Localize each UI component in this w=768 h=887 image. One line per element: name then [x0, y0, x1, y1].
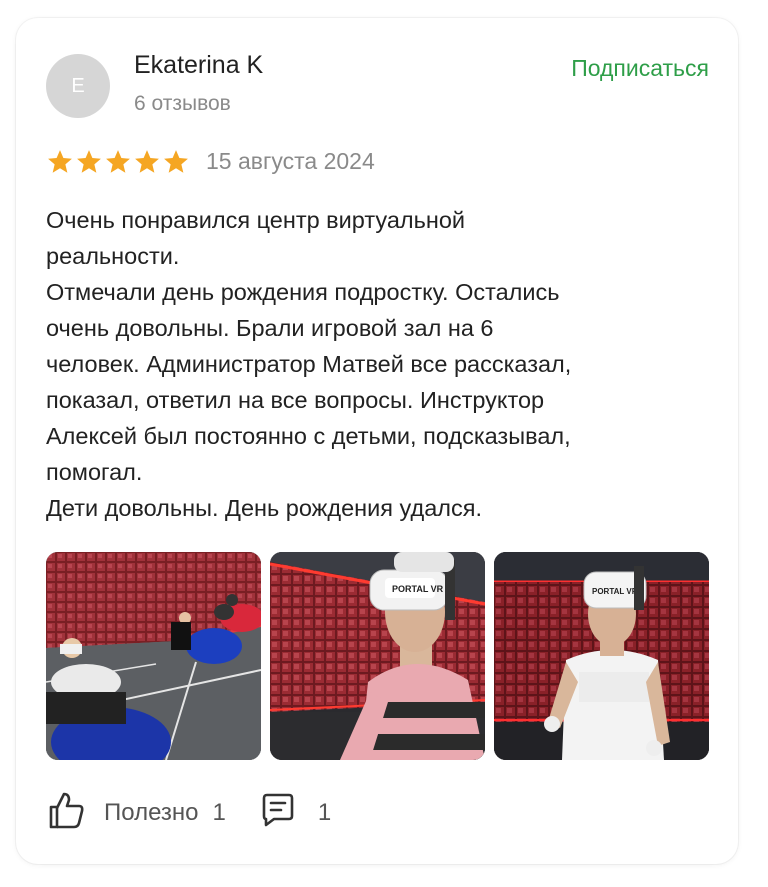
review-text-line: реальности. — [46, 243, 180, 269]
teen-vr-headset-white-shirt-photo[interactable]: PORTAL VR — [494, 552, 709, 760]
review-text-line: человек. Администратор Матвей все расска… — [46, 351, 572, 377]
teen-vr-headset-striped-shirt-photo[interactable]: PORTAL VR — [270, 552, 485, 760]
avatar-initial: E — [71, 74, 85, 97]
avatar[interactable]: E — [46, 54, 110, 118]
review-text-line: очень довольны. Брали игровой зал на 6 — [46, 315, 494, 341]
subscribe-button[interactable]: Подписаться — [571, 55, 709, 82]
author-review-count: 6 отзывов — [134, 92, 231, 115]
review-actions: Полезно 1 1 — [48, 790, 331, 835]
useful-button[interactable]: Полезно 1 — [48, 790, 226, 835]
vr-room-beanbags-photo[interactable] — [46, 552, 261, 760]
review-text-line: помогал. — [46, 459, 143, 485]
comments-button[interactable]: 1 — [260, 792, 331, 833]
star-icon — [104, 148, 132, 181]
headset-brand-text: PORTAL VR — [392, 584, 444, 594]
thumbs-up-icon — [48, 790, 84, 835]
rating-stars — [46, 148, 190, 181]
useful-count: 1 — [212, 798, 226, 826]
review-text-line: показал, ответил на все вопросы. Инструк… — [46, 387, 545, 413]
comments-count: 1 — [317, 798, 332, 826]
review-text-line: Отмечали день рождения подростку. Остали… — [46, 279, 560, 305]
review-text: Очень понравился центр виртуальной реаль… — [46, 202, 726, 526]
review-date: 15 августа 2024 — [206, 148, 375, 174]
review-text-line: Алексей был постоянно с детьми, подсказы… — [46, 423, 571, 449]
useful-label: Полезно — [104, 798, 199, 826]
photo-gallery: PORTAL VR PORTAL VR — [46, 552, 709, 760]
review-text-line: Дети довольны. День рождения удался. — [46, 495, 483, 521]
headset-brand-text: PORTAL VR — [592, 587, 638, 596]
comment-icon — [260, 792, 296, 833]
star-icon — [162, 148, 190, 181]
star-icon — [133, 148, 161, 181]
star-icon — [75, 148, 103, 181]
review-text-line: Очень понравился центр виртуальной — [46, 207, 466, 233]
author-name[interactable]: Ekaterina K — [134, 51, 263, 80]
star-icon — [46, 148, 74, 181]
